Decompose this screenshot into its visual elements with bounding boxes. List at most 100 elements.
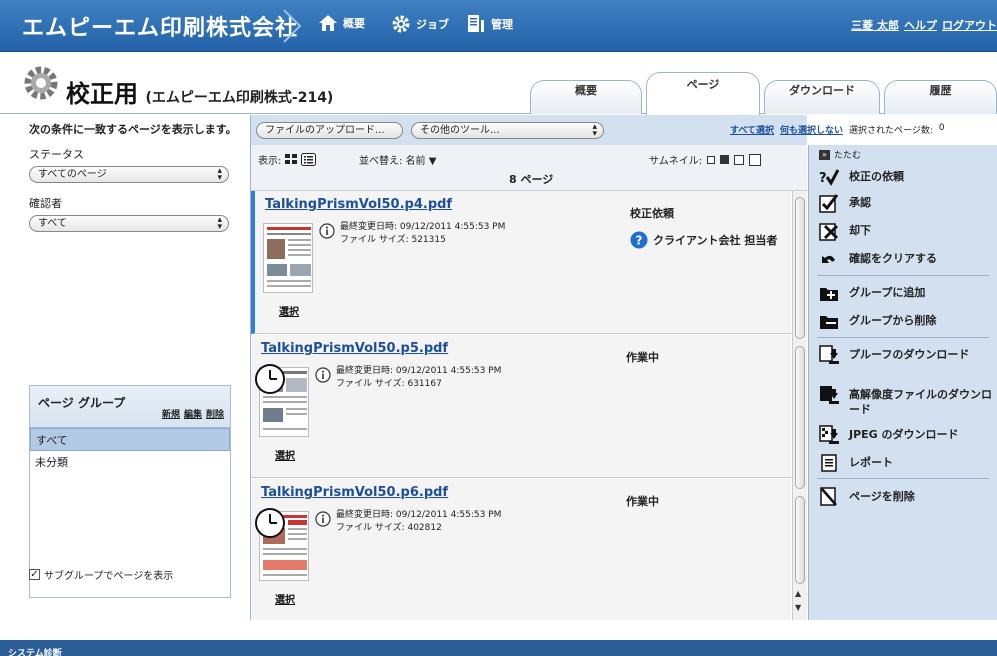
system-diagnostics-label[interactable]: システム診断 bbox=[8, 646, 62, 656]
download-proof-icon bbox=[819, 345, 839, 365]
nav-overview[interactable]: 概要 bbox=[318, 14, 365, 32]
collapse-toggle[interactable]: » たたむ bbox=[819, 148, 861, 161]
scrollbar-thumb[interactable] bbox=[795, 346, 805, 489]
select-none-link[interactable]: 何も選択しない bbox=[780, 123, 843, 136]
download-proof-action[interactable]: プルーフのダウンロード bbox=[819, 345, 994, 365]
download-hires-action[interactable]: 高解像度ファイルのダウンロード bbox=[819, 385, 994, 417]
report-icon bbox=[819, 453, 839, 473]
page-status: 校正依頼 bbox=[630, 207, 674, 220]
page-group-edit-link[interactable]: 編集 bbox=[184, 407, 202, 420]
page-preview-image bbox=[267, 227, 311, 287]
remove-from-group-action[interactable]: グループから削除 bbox=[819, 311, 994, 331]
page-select-link[interactable]: 選択 bbox=[275, 447, 295, 462]
selected-count-label: 選択されたページ数: bbox=[849, 126, 933, 136]
page-modified-date: 最終変更日時: 09/12/2011 4:55:53 PM bbox=[336, 510, 502, 520]
page-list-scrollbar[interactable]: ▲ ▼ bbox=[792, 191, 807, 620]
thumbnail-small-icon[interactable] bbox=[707, 155, 716, 164]
scrollbar-thumb[interactable] bbox=[795, 197, 805, 339]
request-proof-action[interactable]: ? 校正の依頼 bbox=[819, 167, 994, 187]
approve-icon bbox=[819, 193, 839, 213]
thumbnail-label: サムネイル: bbox=[649, 156, 703, 167]
page-select-link[interactable]: 選択 bbox=[279, 303, 299, 318]
page-filename-link[interactable]: TalkingPrismVol50.p6.pdf bbox=[261, 485, 448, 500]
page-toolbar: ファイルのアップロード... その他のツール... ▴ ▾ bbox=[250, 115, 807, 145]
svg-text:?: ? bbox=[819, 171, 827, 186]
reviewer-select[interactable]: すべて ▴ ▾ bbox=[29, 215, 229, 232]
page-modified-date: 最終変更日時: 09/12/2011 4:55:53 PM bbox=[336, 366, 502, 376]
list-view-icon[interactable] bbox=[301, 153, 317, 166]
thumbnail-medium-icon[interactable] bbox=[720, 155, 730, 164]
nav-admin[interactable]: 管理 bbox=[466, 14, 513, 34]
download-jpeg-action[interactable]: JPEG のダウンロード bbox=[819, 425, 994, 445]
reject-action[interactable]: 却下 bbox=[819, 221, 994, 241]
gear-icon bbox=[392, 15, 410, 33]
view-options-bar: 表示: 並べ替え: 名前 ▼ サムネイル: 8 ページ bbox=[250, 145, 807, 191]
nav-jobs-label: ジョブ bbox=[416, 18, 449, 31]
delete-pages-label: ページを削除 bbox=[849, 490, 915, 503]
status-label: ステータス bbox=[29, 148, 84, 161]
info-icon[interactable] bbox=[315, 511, 331, 527]
add-to-group-action[interactable]: グループに追加 bbox=[819, 283, 994, 303]
download-jpeg-icon bbox=[819, 425, 839, 445]
page-group-new-link[interactable]: 新規 bbox=[162, 407, 180, 420]
page-filename-link[interactable]: TalkingPrismVol50.p4.pdf bbox=[265, 197, 452, 212]
nav-overview-label: 概要 bbox=[343, 17, 365, 30]
thumbnail-large-icon[interactable] bbox=[734, 154, 745, 165]
page-modified-date: 最終変更日時: 09/12/2011 4:55:53 PM bbox=[340, 222, 506, 232]
selection-bar: すべて選択 何も選択しない 選択されたページ数: 0 bbox=[730, 123, 945, 136]
user-name-link[interactable]: 三菱 太郎 bbox=[851, 17, 899, 33]
page-status: 作業中 bbox=[626, 495, 659, 508]
action-panel: » たたむ ? 校正の依頼 承認 却下 確認をクリアする グループに追加 グルー… bbox=[808, 145, 997, 620]
thumbnail-xlarge-icon[interactable] bbox=[749, 153, 762, 166]
page-row[interactable]: TalkingPrismVol50.p6.pdf 最終変更日時: 09/12/2… bbox=[251, 479, 791, 620]
view-mode: 表示: bbox=[258, 152, 317, 167]
page-file-size: ファイル サイズ: 631167 bbox=[336, 379, 442, 389]
info-icon[interactable] bbox=[319, 223, 335, 239]
page-row[interactable]: TalkingPrismVol50.p5.pdf 最終変更日時: 09/12/2… bbox=[251, 335, 791, 478]
select-arrows-icon: ▴ ▾ bbox=[217, 166, 222, 183]
grid-view-icon[interactable] bbox=[285, 154, 298, 165]
page-group-item-uncategorized[interactable]: 未分類 bbox=[30, 451, 230, 474]
nav-jobs[interactable]: ジョブ bbox=[391, 14, 449, 34]
scrollbar-thumb[interactable] bbox=[795, 496, 805, 584]
report-action[interactable]: レポート bbox=[819, 453, 994, 473]
subgroup-option: ✓ サブグループでページを表示 bbox=[29, 567, 173, 582]
status-select[interactable]: すべてのページ ▴ ▾ bbox=[29, 166, 229, 183]
page-filename-link[interactable]: TalkingPrismVol50.p5.pdf bbox=[261, 341, 448, 356]
collapse-label: たたむ bbox=[834, 151, 862, 161]
select-all-link[interactable]: すべて選択 bbox=[730, 123, 774, 136]
help-link[interactable]: ヘルプ bbox=[904, 17, 937, 33]
scroll-up-icon[interactable]: ▲ bbox=[795, 589, 801, 598]
download-proof-label: プルーフのダウンロード bbox=[849, 348, 970, 361]
clear-review-action[interactable]: 確認をクリアする bbox=[819, 249, 994, 269]
reject-label: 却下 bbox=[849, 224, 871, 237]
page-select-link[interactable]: 選択 bbox=[275, 591, 295, 606]
logout-link[interactable]: ログアウト bbox=[942, 17, 997, 33]
scroll-down-icon[interactable]: ▼ bbox=[795, 603, 801, 612]
page-group-delete-link[interactable]: 削除 bbox=[206, 407, 224, 420]
tab-downloads[interactable]: ダウンロード bbox=[764, 80, 880, 114]
folder-add-icon bbox=[819, 283, 839, 303]
tab-overview[interactable]: 概要 bbox=[530, 80, 642, 114]
page-title: 校正用 (エムピーエム印刷株式-214) bbox=[66, 74, 333, 109]
sort-control[interactable]: 並べ替え: 名前 ▼ bbox=[359, 152, 436, 167]
page-thumbnail[interactable] bbox=[263, 223, 313, 293]
upload-files-button[interactable]: ファイルのアップロード... bbox=[256, 122, 403, 139]
nav-admin-label: 管理 bbox=[491, 18, 513, 31]
page-group-item-all[interactable]: すべて bbox=[30, 428, 230, 451]
page-row[interactable]: TalkingPrismVol50.p4.pdf 最終変更日時: 09/12/2… bbox=[251, 191, 791, 334]
other-tools-select[interactable]: その他のツール... ▴ ▾ bbox=[411, 122, 604, 139]
question-icon: ? bbox=[630, 231, 648, 249]
delete-pages-action[interactable]: ページを削除 bbox=[819, 487, 994, 507]
remove-from-group-label: グループから削除 bbox=[849, 314, 937, 327]
page-meta: 最終変更日時: 09/12/2011 4:55:53 PM ファイル サイズ: … bbox=[336, 365, 501, 391]
job-gear-icon bbox=[24, 66, 58, 100]
tab-history[interactable]: 履歴 bbox=[884, 80, 997, 114]
page-assignee-name: クライアント会社 担当者 bbox=[653, 234, 778, 247]
subgroup-checkbox[interactable]: ✓ bbox=[29, 569, 40, 580]
filter-panel: 次の条件に一致するページを表示します。 ステータス すべてのページ ▴ ▾ 確認者… bbox=[0, 115, 248, 620]
page-group-header: ページ グループ 新規 編集 削除 bbox=[30, 386, 230, 428]
approve-action[interactable]: 承認 bbox=[819, 193, 994, 213]
info-icon[interactable] bbox=[315, 367, 331, 383]
tab-pages[interactable]: ページ bbox=[646, 72, 760, 115]
